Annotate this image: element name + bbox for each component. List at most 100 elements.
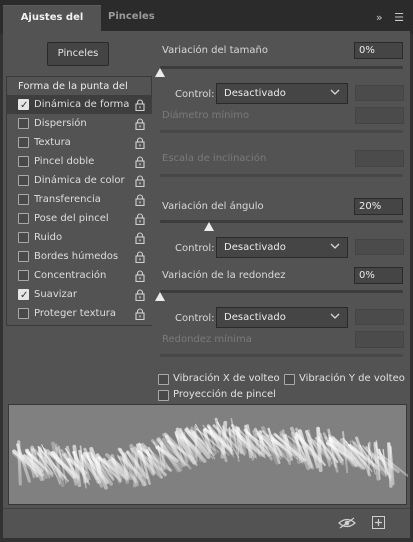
lock-icon[interactable] xyxy=(135,118,145,130)
min-diameter-label: Diámetro mínimo xyxy=(162,110,250,121)
size-jitter-value[interactable]: 0% xyxy=(354,42,403,59)
category-checkbox[interactable] xyxy=(18,232,29,243)
stroke-preview xyxy=(8,404,413,505)
roundness-control-label: Control: xyxy=(175,313,215,324)
toggle-preview-icon[interactable] xyxy=(338,516,356,530)
category-item[interactable]: Suavizar xyxy=(6,285,152,305)
lock-icon[interactable] xyxy=(135,251,145,263)
lock-icon[interactable] xyxy=(135,232,145,244)
category-checkbox[interactable] xyxy=(18,175,29,186)
bottom-bar xyxy=(3,508,410,538)
category-label: Bordes húmedos xyxy=(34,251,119,262)
min-roundness-label: Redondez mínima xyxy=(162,334,252,345)
roundness-control-select[interactable]: Desactivado xyxy=(216,307,348,328)
category-checkbox[interactable] xyxy=(18,137,29,148)
brush-projection-label: Proyección de pincel xyxy=(173,389,276,400)
min-roundness-value xyxy=(355,331,404,348)
lock-icon[interactable] xyxy=(135,270,145,282)
category-item[interactable]: Dinámica de forma xyxy=(6,95,152,115)
category-checkbox[interactable] xyxy=(18,270,29,281)
lock-icon[interactable] xyxy=(135,137,145,149)
flip-y-label: Vibración Y de volteo xyxy=(299,373,405,384)
size-jitter-track[interactable] xyxy=(160,66,403,69)
min-diameter-track xyxy=(160,130,403,133)
tilt-scale-label: Escala de inclinación xyxy=(162,153,267,164)
chevron-down-icon xyxy=(330,313,340,319)
category-checkbox[interactable] xyxy=(18,286,29,305)
lock-icon[interactable] xyxy=(135,156,145,168)
category-item[interactable]: Ruido xyxy=(6,228,152,247)
tilt-scale-track xyxy=(160,174,403,177)
category-item[interactable]: Dinámica de color xyxy=(6,171,152,190)
panel-menu-icon[interactable]: ☰ xyxy=(394,11,405,24)
tab-brushes[interactable]: Pinceles xyxy=(108,5,155,31)
angle-jitter-track[interactable] xyxy=(160,220,403,223)
roundness-jitter-track[interactable] xyxy=(160,290,403,293)
stroke-preview-image xyxy=(12,417,413,490)
category-item[interactable]: Proteger textura xyxy=(6,304,152,323)
category-item[interactable]: Textura xyxy=(6,133,152,152)
new-brush-icon[interactable] xyxy=(372,516,385,529)
category-label: Pincel doble xyxy=(34,156,95,167)
chevron-down-icon xyxy=(330,89,340,95)
size-jitter-slider-thumb[interactable] xyxy=(155,68,165,77)
flip-y-checkbox[interactable] xyxy=(284,374,295,385)
flip-x-checkbox[interactable] xyxy=(158,374,169,385)
angle-control-select[interactable]: Desactivado xyxy=(216,237,348,258)
category-item[interactable]: Concentración xyxy=(6,266,152,285)
size-control-label: Control: xyxy=(175,89,215,100)
category-label: Transferencia xyxy=(34,194,101,205)
category-item[interactable]: Pose del pincel xyxy=(6,209,152,228)
category-checkbox[interactable] xyxy=(18,194,29,205)
min-diameter-value xyxy=(355,107,404,124)
category-label: Pose del pincel xyxy=(34,213,109,224)
angle-control-label: Control: xyxy=(175,243,215,254)
category-item[interactable]: Pincel doble xyxy=(6,152,152,171)
category-item[interactable]: Dispersión xyxy=(6,114,152,133)
category-item[interactable]: Transferencia xyxy=(6,190,152,209)
category-label: Dispersión xyxy=(34,118,87,129)
category-checkbox[interactable] xyxy=(18,308,29,319)
size-control-field xyxy=(355,85,404,101)
roundness-jitter-slider-thumb[interactable] xyxy=(155,292,165,301)
lock-icon[interactable] xyxy=(135,175,145,187)
category-checkbox[interactable] xyxy=(18,251,29,262)
category-list-border xyxy=(6,323,152,326)
tab-brush-settings[interactable]: Ajustes del pincel xyxy=(3,5,101,47)
brush-projection-checkbox[interactable] xyxy=(158,390,169,401)
angle-jitter-slider-thumb[interactable] xyxy=(203,222,214,231)
lock-icon[interactable] xyxy=(135,308,145,320)
category-label: Dinámica de forma xyxy=(34,99,130,110)
category-label: Suavizar xyxy=(34,289,77,300)
lock-icon[interactable] xyxy=(135,99,145,111)
category-checkbox[interactable] xyxy=(18,213,29,224)
size-control-value: Desactivado xyxy=(224,88,286,99)
category-item[interactable]: Bordes húmedos xyxy=(6,247,152,266)
lock-icon[interactable] xyxy=(135,289,145,301)
min-roundness-track xyxy=(160,354,403,357)
category-label: Concentración xyxy=(34,270,107,281)
tilt-scale-value xyxy=(355,150,404,167)
chevron-down-icon xyxy=(330,243,340,249)
angle-control-field xyxy=(355,239,404,255)
category-label: Textura xyxy=(34,137,71,148)
lock-icon[interactable] xyxy=(135,213,145,225)
angle-jitter-label: Variación del ángulo xyxy=(162,201,264,212)
roundness-jitter-value[interactable]: 0% xyxy=(354,267,403,284)
category-checkbox[interactable] xyxy=(18,96,29,115)
category-brush-tip-shape[interactable]: Forma de la punta del pincel xyxy=(6,76,152,111)
category-label: Ruido xyxy=(34,232,63,243)
flip-x-label: Vibración X de volteo xyxy=(173,373,280,384)
collapse-icon[interactable]: » xyxy=(376,11,384,24)
tab-bar: Ajustes del pincel Pinceles » ☰ xyxy=(0,0,413,47)
roundness-jitter-label: Variación de la redondez xyxy=(162,270,286,281)
category-label: Proteger textura xyxy=(34,308,117,319)
size-control-select[interactable]: Desactivado xyxy=(216,83,348,104)
category-checkbox[interactable] xyxy=(18,118,29,129)
brushes-button[interactable]: Pinceles xyxy=(47,42,109,66)
angle-jitter-value[interactable]: 20% xyxy=(354,198,403,215)
category-checkbox[interactable] xyxy=(18,156,29,167)
panel-menu: » ☰ xyxy=(376,11,405,24)
lock-icon[interactable] xyxy=(135,194,145,206)
category-list: Forma de la punta del pincel Dinámica de… xyxy=(6,76,152,326)
